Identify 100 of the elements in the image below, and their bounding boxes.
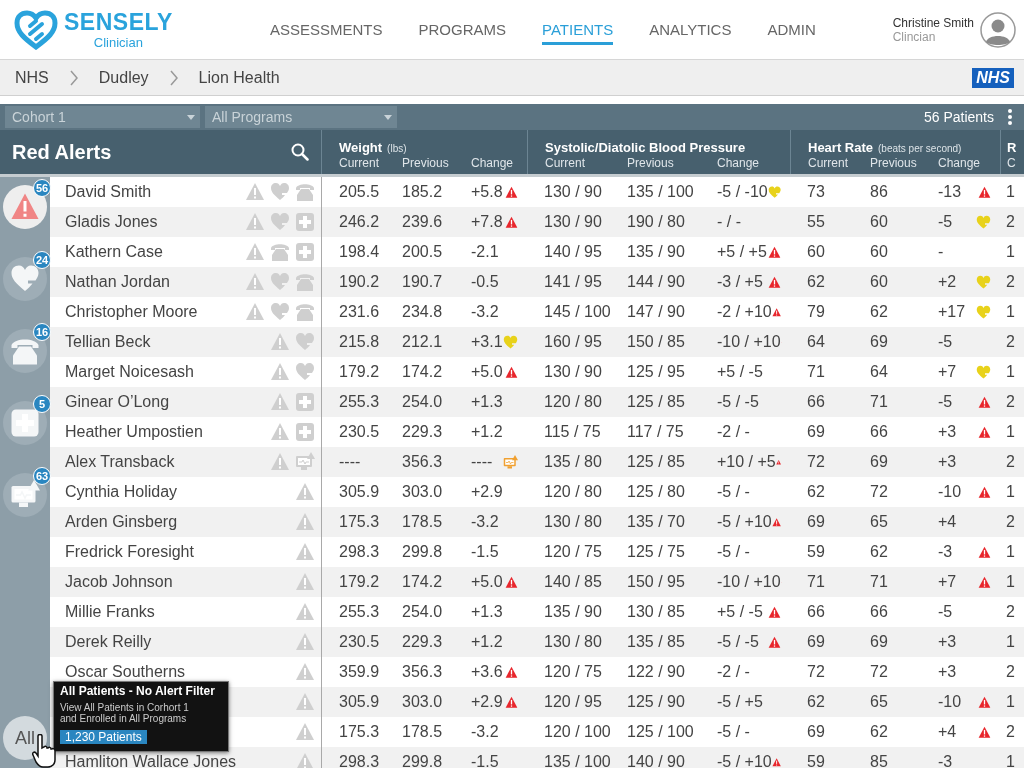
table-cell: 66 [870,603,888,621]
table-cell: 130 / 80 [544,633,602,651]
column-header[interactable]: Previous [402,156,449,170]
warning-icon [245,242,265,262]
warning-icon [505,365,518,379]
warning-icon [295,692,315,712]
column-header[interactable]: Current [545,156,585,170]
table-row[interactable]: Arden Ginsberg 175.3 178.5 -3.2 130 / 80 135 / 70 -5 / +10 69 65 +4 2 [50,507,1024,537]
nav-tab[interactable]: ANALYTICS [649,14,732,45]
table-cell: +3 [938,633,957,651]
nav-tab[interactable]: ADMIN [767,14,816,45]
caret-icon[interactable] [187,114,195,120]
table-cell: 174.2 [402,573,443,591]
table-row[interactable]: Nathan Jordan 190.2 190.7 -0.5 141 / 95 144 / 90 -3 / +5 62 60 +2 2 [50,267,1024,297]
nav-tab[interactable]: ASSESSMENTS [270,14,383,45]
table-row[interactable]: Gladis Jones 246.2 239.6 +7.8 130 / 90 190 / 80 - / - 55 60 -5 2 [50,207,1024,237]
table-cell: 2 [1006,513,1015,531]
table-cell: ---- [339,453,361,471]
table-cell: 190.2 [339,273,380,291]
table-cell: -5 [938,333,953,351]
menu-icon[interactable] [1008,109,1012,125]
table-cell: 198.4 [339,243,380,261]
table-cell: 239.6 [402,213,443,231]
column-header[interactable]: Change [938,156,981,170]
warning-icon [505,185,518,199]
table-cell: 1 [1006,183,1015,201]
table-cell: 305.9 [339,483,380,501]
patient-name: Nathan Jordan [65,273,170,291]
table-cell: +2 [938,273,957,291]
table-cell: -5 [938,213,953,231]
table-row[interactable]: Derek Reilly 230.5 229.3 +1.2 130 / 80 135 / 85 -5 / -5 69 69 +3 1 [50,627,1024,657]
table-cell: -5 / -5 [717,633,759,651]
table-row[interactable]: Ginear O’Long 255.3 254.0 +1.3 120 / 80 125 / 85 -5 / -5 66 71 -5 2 [50,387,1024,417]
table-cell: +2.9 [471,483,503,501]
table-row[interactable]: Tellian Beck 215.8 212.1 +3.1 160 / 95 150 / 85 -10 / +10 64 69 -5 2 [50,327,1024,357]
column-header[interactable]: Current [808,156,848,170]
table-cell: 1 [1006,633,1015,651]
warning-icon [295,662,315,682]
breadcrumb-link[interactable]: NHS [15,68,49,87]
column-header[interactable]: Current [339,156,379,170]
plus-icon [295,392,315,412]
table-cell: -5 / +5 [717,693,763,711]
patient-name: Oscar Southerns [65,663,186,681]
table-row[interactable]: Hamliton Wallace Jones 298.3 299.8 -1.5 135 / 100 140 / 90 -5 / +10 59 85 -3 1 [50,747,1024,768]
table-cell: 147 / 90 [627,303,685,321]
table-cell: 1 [1006,543,1015,561]
table-cell: 179.2 [339,573,380,591]
heart-icon [976,274,991,290]
table-cell: +5.0 [471,573,503,591]
filter-button[interactable] [3,257,47,301]
table-row[interactable]: Alex Transback ---- 356.3 ---- 135 / 80 125 / 85 +10 / +5 72 69 +3 2 [50,447,1024,477]
table-cell: 246.2 [339,213,380,231]
table-cell: 59 [807,753,825,768]
table-cell: +3 [938,663,957,681]
column-header[interactable]: Change [717,156,760,170]
table-cell: 120 / 80 [544,393,602,411]
table-cell: 2 [1006,393,1015,411]
table-cell: 1 [1006,693,1015,711]
avatar-icon[interactable] [980,11,1016,48]
breadcrumb-link[interactable]: Lion Health [198,68,280,87]
table-cell: 230.5 [339,633,380,651]
table-cell: 190.7 [402,273,443,291]
warning-icon [295,602,315,622]
caret-icon[interactable] [384,114,392,120]
filter-button[interactable] [3,473,47,517]
warning-icon [505,575,518,589]
table-cell: 69 [870,633,888,651]
column-header[interactable]: Previous [627,156,674,170]
table-cell: 125 / 100 [627,723,694,741]
table-cell: 62 [807,273,825,291]
table-cell: 69 [807,633,825,651]
table-cell: 200.5 [402,243,443,261]
brand-subtitle: Clinician [93,35,143,49]
patient-name: Hamliton Wallace Jones [65,753,237,768]
table-cell: 125 / 85 [627,393,685,411]
column-group-title: Systolic/Diatolic Blood Pressure [545,140,746,155]
breadcrumb-link[interactable]: Dudley [98,68,149,87]
user-role: Clincian [892,29,937,44]
table-cell: 231.6 [339,303,380,321]
column-header[interactable]: C [1007,156,1016,170]
table-cell: -5 / +10 [717,513,772,531]
patient-name: Tellian Beck [65,333,151,351]
column-header[interactable]: Previous [870,156,917,170]
table-cell: +7 [938,363,957,381]
column-header[interactable]: Change [471,156,514,170]
table-cell: 1 [1006,483,1015,501]
table-cell: +5.0 [471,363,503,381]
patient-name: Jacob Johnson [65,573,173,591]
nav-tab[interactable]: PROGRAMS [418,14,507,45]
table-cell: -1.5 [471,753,499,768]
heart-icon [270,272,290,292]
table-cell: 1 [1006,753,1015,768]
search-icon[interactable] [291,143,309,161]
table-row[interactable]: Jacob Johnson 179.2 174.2 +5.0 140 / 85 150 / 95 -10 / +10 71 71 +7 1 [50,567,1024,597]
table-cell: 72 [870,663,888,681]
column-group-title: Weight [339,140,383,155]
filter-button[interactable] [3,401,47,445]
filter-button[interactable] [3,185,47,229]
filter-button[interactable] [3,329,47,373]
patient-count-badge: 1,230 Patients [60,730,147,744]
